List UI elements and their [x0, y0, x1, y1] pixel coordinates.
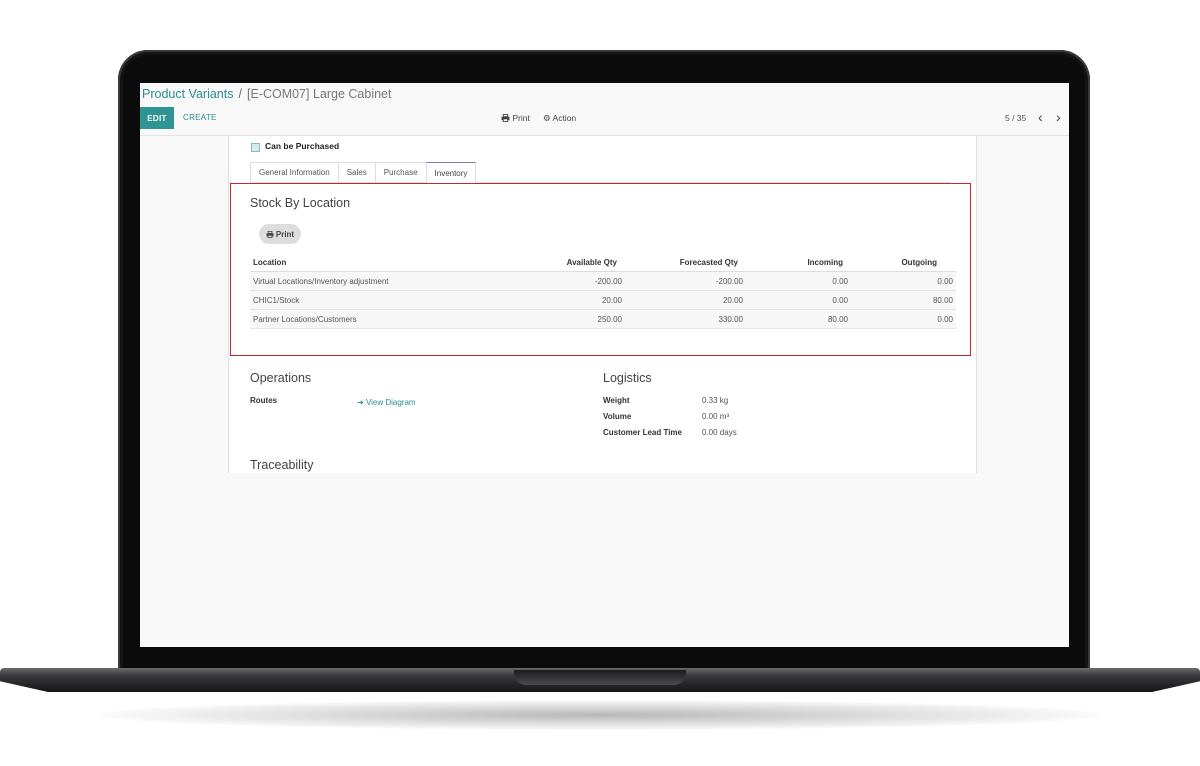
printer-icon: [266, 230, 274, 238]
tab-purchase[interactable]: Purchase: [374, 162, 427, 182]
routes-label: Routes: [250, 396, 278, 405]
cell-outgoing: 0.00: [937, 277, 953, 286]
printer-icon: [501, 114, 510, 122]
column-header-outgoing[interactable]: Outgoing: [901, 258, 937, 267]
laptop-shadow: [100, 700, 1100, 730]
form-sheet: Can be Purchased General Information Sal…: [228, 136, 977, 473]
action-dropdown[interactable]: ⚙ Action: [543, 113, 576, 124]
chevron-right-icon[interactable]: ›: [1056, 109, 1061, 125]
print-label: Print: [512, 113, 530, 123]
arrow-right-icon: ➜: [357, 398, 364, 407]
weight-label: Weight: [603, 396, 630, 405]
can-be-purchased-checkbox[interactable]: [251, 143, 260, 152]
screen: Product Variants / [E-COM07] Large Cabinet…: [140, 83, 1069, 647]
cell-location: Virtual Locations/Inventory adjustment: [253, 277, 389, 286]
cell-outgoing: 0.00: [937, 315, 953, 324]
view-diagram-link[interactable]: ➜ View Diagram: [357, 398, 416, 407]
table-row[interactable]: Virtual Locations/Inventory adjustment -…: [250, 272, 956, 291]
form-background: [140, 473, 1069, 647]
can-be-purchased-label: Can be Purchased: [265, 141, 340, 151]
tab-inventory[interactable]: Inventory: [425, 162, 477, 183]
table-row[interactable]: Partner Locations/Customers 250.00 330.0…: [250, 310, 956, 329]
cell-incoming: 80.00: [827, 315, 848, 324]
customer-lead-time-value: 0.00 days: [702, 428, 737, 437]
breadcrumb-parent-link[interactable]: Product Variants: [142, 87, 233, 101]
stock-table-header: Location Available Qty Forecasted Qty In…: [250, 253, 956, 272]
column-header-forecasted-qty[interactable]: Forecasted Qty: [680, 258, 738, 267]
create-button[interactable]: CREATE: [183, 113, 217, 122]
volume-value: 0.00 m³: [702, 412, 730, 421]
cell-incoming: 0.00: [832, 277, 848, 286]
stock-print-button[interactable]: Print: [259, 224, 301, 244]
cell-available-qty: 250.00: [597, 315, 622, 324]
cell-location: Partner Locations/Customers: [253, 315, 357, 324]
volume-label: Volume: [603, 412, 632, 421]
cell-location: CHIC1/Stock: [253, 296, 300, 305]
weight-value: 0.33 kg: [702, 396, 729, 405]
customer-lead-time-label: Customer Lead Time: [603, 428, 682, 437]
column-header-available-qty[interactable]: Available Qty: [567, 258, 617, 267]
operations-title: Operations: [250, 371, 312, 385]
gear-icon: ⚙: [543, 113, 551, 123]
laptop-notch: [514, 670, 686, 685]
breadcrumb-separator: /: [238, 87, 242, 101]
print-dropdown[interactable]: Print: [501, 113, 530, 123]
column-header-location[interactable]: Location: [253, 258, 286, 267]
tab-general-information[interactable]: General Information: [250, 162, 339, 182]
cell-incoming: 0.00: [832, 296, 848, 305]
stock-table: Location Available Qty Forecasted Qty In…: [250, 253, 956, 329]
cell-forecasted-qty: 20.00: [722, 296, 743, 305]
edit-button[interactable]: EDIT: [140, 107, 174, 129]
stock-print-label: Print: [275, 229, 295, 239]
stock-by-location-title: Stock By Location: [250, 196, 351, 210]
table-row[interactable]: CHIC1/Stock 20.00 20.00 0.00 80.00: [250, 291, 956, 310]
cell-available-qty: 20.00: [601, 296, 622, 305]
cell-available-qty: -200.00: [594, 277, 622, 286]
cell-forecasted-qty: -200.00: [715, 277, 743, 286]
pager-value[interactable]: 5 / 35: [1005, 113, 1026, 123]
view-diagram-label: View Diagram: [365, 398, 416, 407]
notebook-tabs: General Information Sales Purchase Inven…: [250, 162, 950, 183]
cell-outgoing: 80.00: [932, 296, 953, 305]
chevron-left-icon[interactable]: ‹: [1038, 109, 1043, 125]
action-label: Action: [552, 113, 577, 123]
traceability-title: Traceability: [250, 458, 314, 472]
breadcrumb-current: [E-COM07] Large Cabinet: [246, 87, 392, 101]
logistics-title: Logistics: [603, 371, 652, 385]
cell-forecasted-qty: 330.00: [718, 315, 743, 324]
tab-sales[interactable]: Sales: [337, 162, 376, 182]
column-header-incoming[interactable]: Incoming: [807, 258, 843, 267]
breadcrumb: Product Variants / [E-COM07] Large Cabinet: [142, 87, 391, 101]
